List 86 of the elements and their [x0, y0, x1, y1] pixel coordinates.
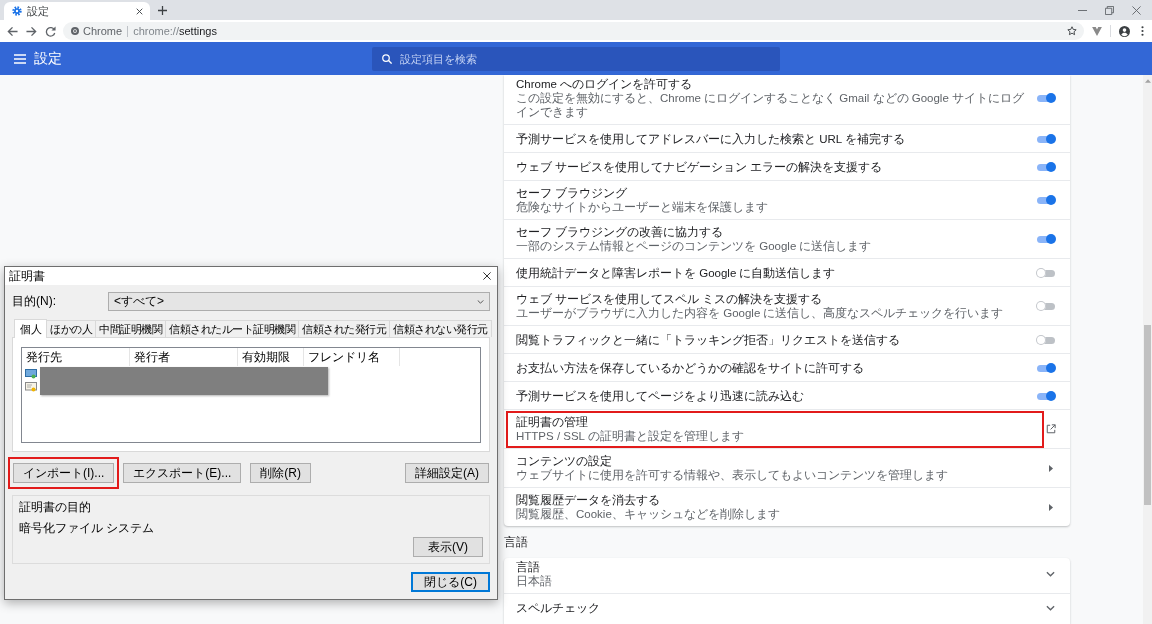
purpose-label: 目的(N):	[12, 293, 57, 310]
search-field[interactable]: 設定項目を検索	[372, 46, 780, 71]
arrow-right-icon[interactable]	[1049, 464, 1053, 472]
setting-description: この設定を無効にすると、Chrome にログインすることなく Gmail などの Google サイトにログインできます	[516, 91, 1025, 119]
setting-title: 証明書の管理	[516, 415, 589, 429]
restore-icon[interactable]	[1105, 5, 1114, 15]
more-icon[interactable]	[1141, 26, 1144, 36]
setting-title: ウェブ サービスを使用してナビゲーション エラーの解決を支援する	[516, 160, 884, 174]
menu-icon[interactable]	[14, 53, 26, 64]
chevron-down-icon	[477, 299, 484, 304]
setting-title: コンテンツの設定	[516, 454, 613, 468]
dialog-tab[interactable]: ほかの人	[46, 320, 96, 337]
setting-title: Chrome へのログインを許可する	[516, 77, 694, 91]
purpose-dropdown[interactable]: <すべて>	[108, 292, 490, 311]
close-dialog-button[interactable]: 閉じる(C)	[411, 572, 490, 592]
dialog-button[interactable]: 削除(R)	[250, 463, 311, 483]
setting-description: ユーザーがブラウザに入力した内容を Google に送信し、高度なスペルチェックを行います	[516, 306, 1005, 320]
toggle-switch[interactable]	[1036, 335, 1056, 345]
toggle-switch[interactable]	[1036, 301, 1056, 311]
setting-title: 閲覧トラフィックと一緒に「トラッキング拒否」リクエストを送信する	[516, 333, 901, 347]
view-button[interactable]: 表示(V)	[413, 537, 483, 557]
scrollbar-thumb[interactable]	[1144, 325, 1151, 505]
setting-title: 閲覧履歴データを消去する	[516, 493, 661, 507]
address-bar[interactable]: Chrome chrome://settings	[63, 22, 1084, 40]
setting-title: 予測サービスを使用してページをより迅速に読み込む	[516, 389, 805, 403]
url-text: chrome://settings	[133, 25, 217, 37]
setting-title: スペルチェック	[516, 601, 601, 615]
setting-title: セーフ ブラウジング	[516, 186, 629, 200]
close-icon[interactable]	[136, 7, 143, 15]
column-header[interactable]: フレンドリ名	[304, 348, 400, 366]
dialog-tab[interactable]: 個人	[14, 319, 47, 338]
dialog-tab[interactable]: 信頼されない発行元	[389, 320, 492, 337]
setting-description: HTTPS / SSL の証明書と設定を管理します	[516, 429, 745, 443]
column-header[interactable]: 有効期限	[238, 348, 304, 366]
toggle-switch[interactable]	[1036, 268, 1056, 278]
chevron-down-icon[interactable]	[1046, 571, 1055, 577]
dialog-tab[interactable]: 信頼されたルート証明機関	[165, 320, 299, 337]
page-title: 設定	[34, 49, 62, 68]
toggle-switch[interactable]	[1036, 391, 1056, 401]
site-label: Chrome	[83, 25, 123, 37]
certificate-icon	[25, 382, 37, 392]
toggle-switch[interactable]	[1036, 134, 1056, 144]
browser-tab[interactable]: 設定	[4, 2, 150, 20]
setting-title: 言語	[516, 560, 541, 574]
v-shape-icon[interactable]	[1092, 26, 1102, 36]
forward-icon[interactable]	[26, 25, 37, 37]
gear-icon	[12, 6, 22, 16]
dialog-button[interactable]: 詳細設定(A)	[405, 463, 489, 483]
setting-title: セーフ ブラウジングの改善に協力する	[516, 225, 725, 239]
setting-title: お支払い方法を保存しているかどうかの確認をサイトに許可する	[516, 361, 865, 375]
certificate-icon	[25, 369, 37, 379]
section-heading: 言語	[504, 535, 528, 550]
dialog-tab[interactable]: 信頼された発行元	[298, 320, 390, 337]
setting-title: 使用統計データと障害レポートを Google に自動送信します	[516, 266, 837, 280]
setting-description: ウェブサイトに使用を許可する情報や、表示してもよいコンテンツを管理します	[516, 468, 949, 482]
setting-description: 閲覧履歴、Cookie、キャッシュなどを削除します	[516, 507, 781, 521]
arrow-right-icon[interactable]	[1049, 503, 1053, 511]
purpose-text: 暗号化ファイル システム	[19, 520, 155, 537]
dialog-tab[interactable]: 中間証明機関	[95, 320, 166, 337]
star-icon[interactable]	[1067, 26, 1077, 36]
group-label: 証明書の目的	[19, 499, 91, 516]
site-info-icon[interactable]	[71, 27, 79, 35]
setting-title: ウェブ サービスを使用してスペル ミスの解決を支援する	[516, 292, 824, 306]
setting-description: 日本語	[516, 574, 553, 588]
toggle-switch[interactable]	[1036, 93, 1056, 103]
account-icon[interactable]	[1119, 25, 1130, 37]
external-link-icon[interactable]	[1046, 424, 1056, 434]
back-icon[interactable]	[7, 25, 18, 37]
column-header[interactable]: 発行者	[130, 348, 238, 366]
setting-title: 予測サービスを使用してアドレスバーに入力した検索と URL を補完する	[516, 132, 906, 146]
setting-description: 一部のシステム情報とページのコンテンツを Google に送信します	[516, 239, 873, 253]
toggle-switch[interactable]	[1036, 162, 1056, 172]
search-icon	[382, 53, 392, 64]
dialog-button[interactable]: インポート(I)...	[13, 463, 115, 483]
column-header[interactable]: 発行先	[22, 348, 130, 366]
close-icon[interactable]	[483, 272, 491, 280]
chevron-down-icon[interactable]	[1046, 605, 1055, 611]
reload-icon[interactable]	[45, 25, 56, 37]
dialog-title: 証明書	[9, 267, 45, 285]
toggle-switch[interactable]	[1036, 234, 1056, 244]
new-tab-icon[interactable]	[158, 6, 167, 15]
dialog-button[interactable]: エクスポート(E)...	[123, 463, 242, 483]
toggle-switch[interactable]	[1036, 195, 1056, 205]
setting-description: 危険なサイトからユーザーと端末を保護します	[516, 200, 769, 214]
toggle-switch[interactable]	[1036, 363, 1056, 373]
minimize-icon[interactable]	[1078, 9, 1087, 11]
